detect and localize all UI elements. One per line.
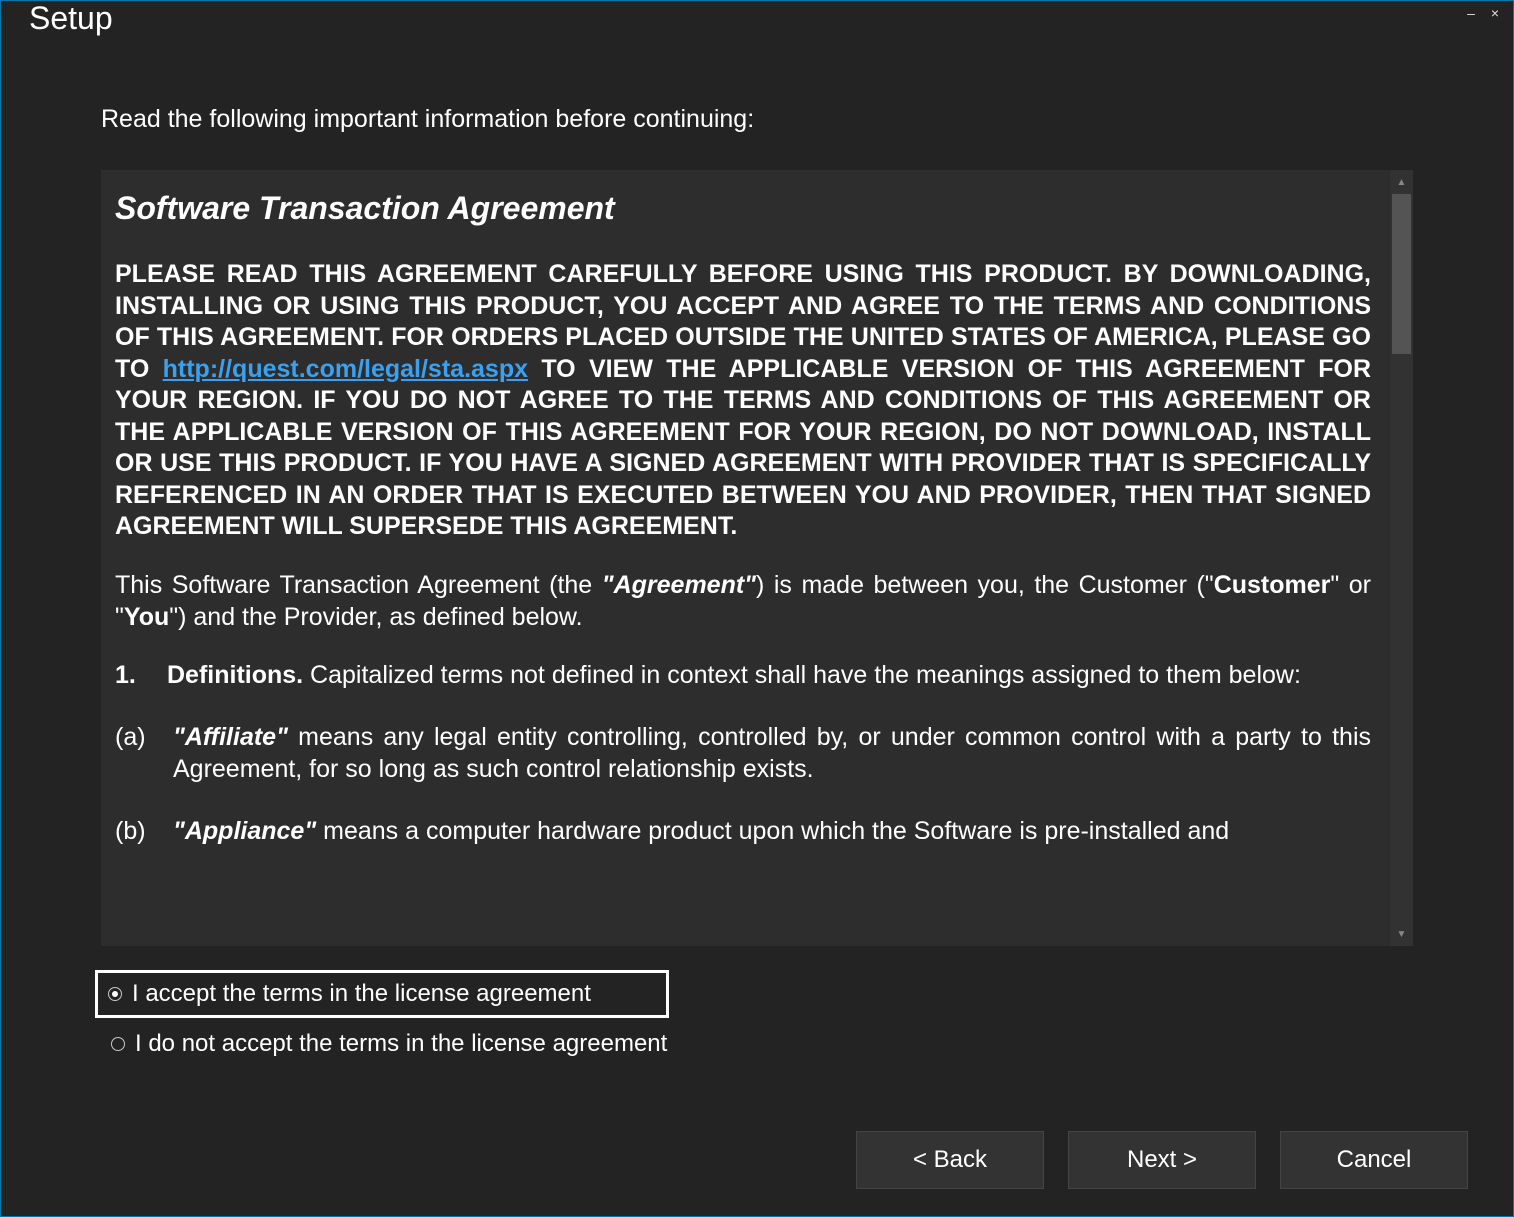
license-link[interactable]: http://quest.com/legal/sta.aspx: [163, 355, 528, 383]
page-instruction: Read the following important information…: [101, 105, 1413, 134]
footer-buttons: < Back Next > Cancel: [856, 1131, 1468, 1189]
license-intro: PLEASE READ THIS AGREEMENT CAREFULLY BEF…: [115, 259, 1371, 543]
scrollbar[interactable]: ▲ ▼: [1389, 170, 1413, 946]
cancel-button[interactable]: Cancel: [1280, 1131, 1468, 1189]
license-text: Software Transaction Agreement PLEASE RE…: [101, 170, 1389, 946]
license-definition-b: (b)"Appliance" means a computer hardware…: [115, 815, 1371, 847]
license-paragraph-2: This Software Transaction Agreement (the…: [115, 569, 1371, 633]
license-definitions-heading: 1.Definitions. Capitalized terms not def…: [115, 659, 1371, 691]
back-button[interactable]: < Back: [856, 1131, 1044, 1189]
radio-on-icon: [108, 987, 122, 1001]
license-title: Software Transaction Agreement: [115, 190, 1371, 227]
titlebar: Setup – ×: [1, 1, 1513, 45]
scroll-thumb[interactable]: [1392, 194, 1411, 354]
scroll-down-icon[interactable]: ▼: [1390, 922, 1413, 946]
radio-off-icon: [111, 1037, 125, 1051]
license-agreement-box: Software Transaction Agreement PLEASE RE…: [101, 170, 1413, 946]
scroll-up-icon[interactable]: ▲: [1390, 170, 1413, 194]
window-title: Setup: [29, 0, 113, 37]
minimize-icon[interactable]: –: [1463, 5, 1479, 21]
radio-accept[interactable]: I accept the terms in the license agreem…: [95, 970, 669, 1018]
radio-decline[interactable]: I do not accept the terms in the license…: [101, 1018, 1413, 1066]
radio-accept-label: I accept the terms in the license agreem…: [132, 980, 591, 1008]
license-radiogroup: I accept the terms in the license agreem…: [101, 970, 1413, 1066]
scroll-track[interactable]: [1390, 194, 1413, 922]
close-icon[interactable]: ×: [1487, 5, 1503, 21]
license-definition-a: (a)"Affiliate" means any legal entity co…: [115, 721, 1371, 785]
next-button[interactable]: Next >: [1068, 1131, 1256, 1189]
radio-decline-label: I do not accept the terms in the license…: [135, 1030, 667, 1058]
